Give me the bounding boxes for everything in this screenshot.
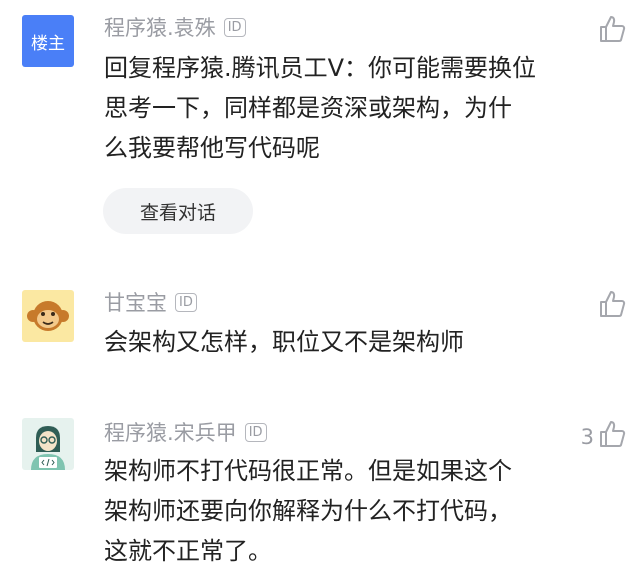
comment-line: 架构师还要向你解释为什么不打代码，: [104, 497, 512, 525]
thumbs-up-icon: [598, 14, 626, 49]
view-conversation-button[interactable]: 查看对话: [103, 188, 253, 234]
monkey-face-icon: [22, 301, 74, 342]
comment-line: 回复程序猿.腾讯员工V：你可能需要换位: [104, 54, 537, 82]
thumbs-up-icon: [598, 419, 626, 454]
comment-author[interactable]: 甘宝宝 ID: [104, 289, 197, 317]
op-badge: 楼主: [31, 33, 65, 54]
id-badge: ID: [175, 292, 197, 312]
comment-item: 甘宝宝 ID 会架构又怎样，职位又不是架构师: [0, 280, 640, 380]
like-count: 3: [580, 424, 594, 449]
comment-line: 思考一下，同样都是资深或架构，为什: [104, 94, 512, 122]
like-button[interactable]: [598, 14, 626, 49]
id-badge: ID: [244, 422, 267, 442]
comment-author[interactable]: 程序猿.宋兵甲 ID: [104, 419, 267, 447]
author-name: 程序猿.宋兵甲: [104, 421, 237, 445]
comment-author[interactable]: 程序猿.袁殊 ID: [104, 14, 246, 42]
programmer-icon: [22, 426, 74, 470]
comment-line: 这就不正常了。: [104, 537, 272, 565]
comment-line: 么我要帮他写代码呢: [104, 134, 320, 162]
comment-body: 会架构又怎样，职位又不是架构师: [104, 322, 564, 362]
like-button[interactable]: [598, 289, 626, 324]
comment-item: 楼主 程序猿.袁殊 ID 回复程序猿.腾讯员工V：你可能需要换位 思考一下，同样都…: [0, 0, 640, 260]
comment-line: 会架构又怎样，职位又不是架构师: [104, 328, 464, 356]
avatar[interactable]: 楼主: [22, 15, 74, 67]
comment-item: 程序猿.宋兵甲 ID 架构师不打代码很正常。但是如果这个 架构师还要向你解释为什么…: [0, 405, 640, 576]
avatar[interactable]: [22, 290, 74, 342]
like-button[interactable]: 3: [581, 419, 626, 454]
author-name: 甘宝宝: [104, 291, 167, 315]
comment-body: 架构师不打代码很正常。但是如果这个 架构师还要向你解释为什么不打代码， 这就不正…: [104, 451, 564, 571]
thumbs-up-icon: [598, 289, 626, 324]
comment-line: 架构师不打代码很正常。但是如果这个: [104, 457, 512, 485]
comment-body: 回复程序猿.腾讯员工V：你可能需要换位 思考一下，同样都是资深或架构，为什 么我…: [104, 48, 564, 168]
author-name: 程序猿.袁殊: [104, 16, 216, 40]
avatar[interactable]: [22, 418, 74, 470]
id-badge: ID: [223, 17, 246, 37]
